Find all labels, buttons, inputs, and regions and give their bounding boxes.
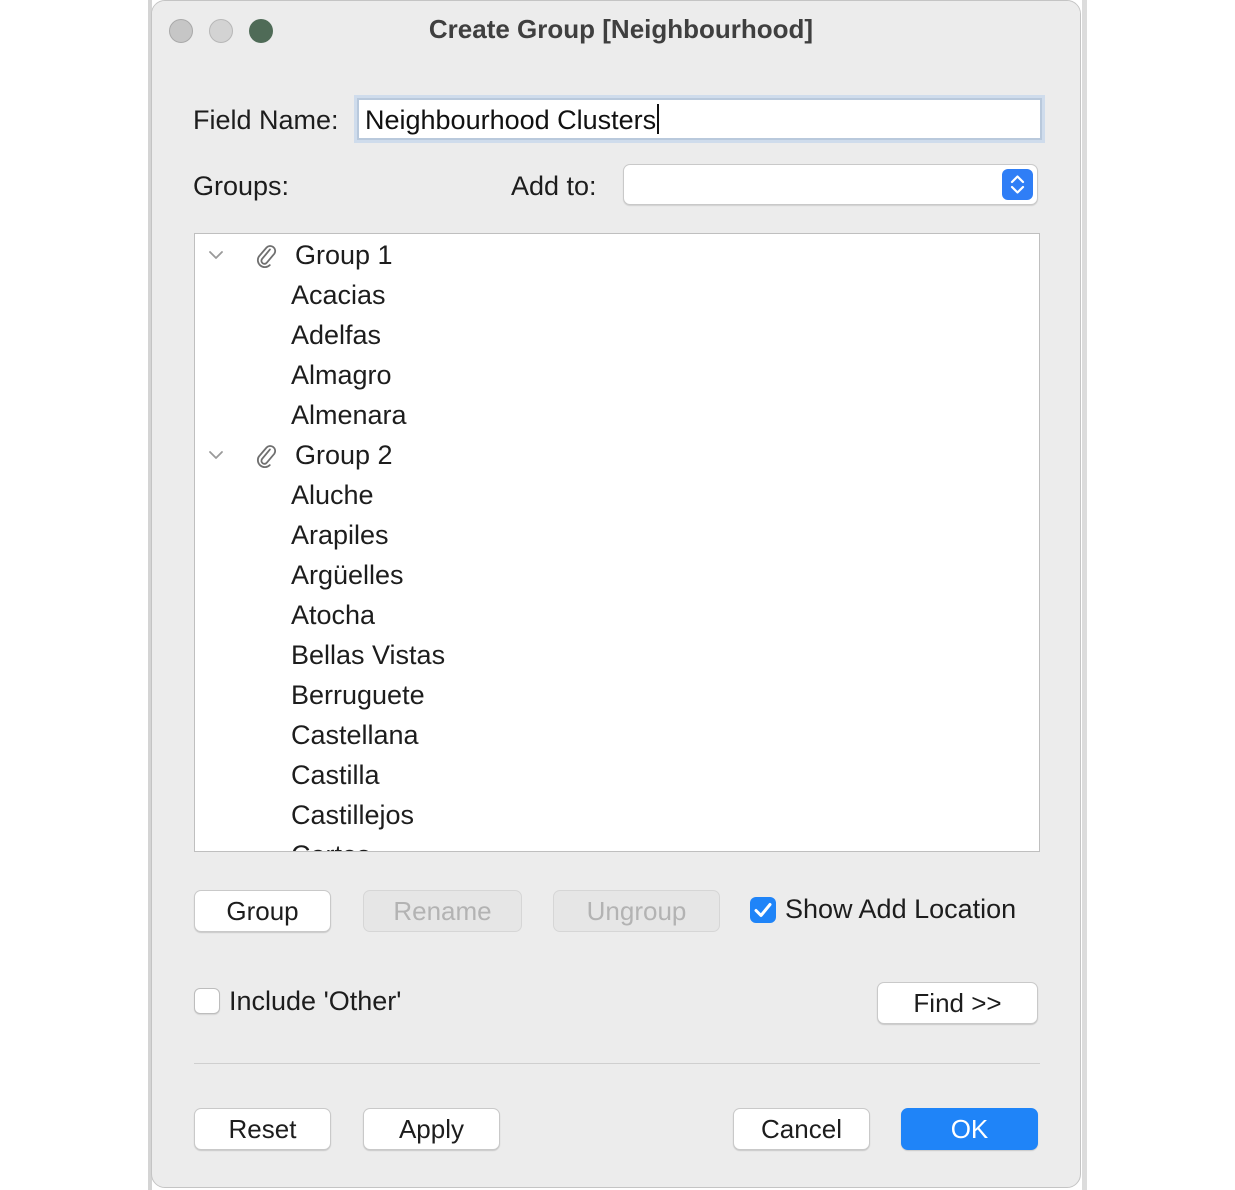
chevron-down-icon[interactable] [207, 246, 225, 269]
tree-item-row[interactable]: Castellana [195, 716, 1039, 756]
tree-item-row[interactable]: Bellas Vistas [195, 636, 1039, 676]
window-title: Create Group [Neighbourhood] [428, 14, 814, 44]
background-left [0, 0, 150, 1190]
include-other-checkbox[interactable] [194, 988, 220, 1014]
tree-group-row[interactable]: Group 1 [195, 236, 1039, 276]
paperclip-icon [255, 443, 277, 474]
apply-button[interactable]: Apply [363, 1108, 500, 1150]
tree-item-row[interactable]: Argüelles [195, 556, 1039, 596]
ok-button[interactable]: OK [901, 1108, 1038, 1150]
groups-tree[interactable]: Group 1 Acacias Adelfas Almagro Almenara Grou… [194, 233, 1040, 852]
reset-button[interactable]: Reset [194, 1108, 331, 1150]
tree-group-label: Group 1 [295, 240, 393, 270]
groups-label: Groups: [193, 171, 290, 201]
field-name-input[interactable]: Neighbourhood Clusters [357, 98, 1042, 140]
tree-group-label: Group 2 [295, 440, 393, 470]
tree-group-row[interactable]: Group 2 [195, 436, 1039, 476]
chevron-down-icon[interactable] [207, 446, 225, 469]
tree-item-row[interactable]: Adelfas [195, 316, 1039, 356]
tree-item-label: Cortes [291, 840, 371, 851]
tree-item-row[interactable]: Cortes [195, 836, 1039, 851]
add-to-label: Add to: [511, 171, 597, 201]
tree-item-label: Castillejos [291, 800, 415, 830]
tree-item-row[interactable]: Aluche [195, 476, 1039, 516]
tree-item-label: Aluche [291, 480, 374, 510]
checkmark-icon [754, 903, 772, 917]
tree-item-row[interactable]: Almenara [195, 396, 1039, 436]
rename-button[interactable]: Rename [363, 890, 522, 932]
tree-item-row[interactable]: Almagro [195, 356, 1039, 396]
updown-chevron-icon [1002, 169, 1033, 200]
tree-item-row[interactable]: Arapiles [195, 516, 1039, 556]
group-button[interactable]: Group [194, 890, 331, 932]
tree-item-label: Berruguete [291, 680, 425, 710]
tree-item-label: Argüelles [291, 560, 404, 590]
tree-item-label: Almagro [291, 360, 392, 390]
tree-item-label: Bellas Vistas [291, 640, 446, 670]
background-window-edge-right [1082, 0, 1087, 1190]
tree-item-label: Atocha [291, 600, 376, 630]
include-other-label[interactable]: Include 'Other' [229, 986, 401, 1017]
text-caret [657, 104, 660, 134]
tree-item-label: Castellana [291, 720, 419, 750]
create-group-dialog: Create Group [Neighbourhood] Field Name:… [151, 0, 1081, 1188]
tree-item-row[interactable]: Castilla [195, 756, 1039, 796]
tree-item-label: Arapiles [291, 520, 389, 550]
tree-item-label: Acacias [291, 280, 386, 310]
show-add-location-label[interactable]: Show Add Location [785, 894, 1016, 925]
find-button[interactable]: Find >> [877, 982, 1038, 1024]
tree-item-label: Adelfas [291, 320, 382, 350]
tree-item-row[interactable]: Atocha [195, 596, 1039, 636]
tree-item-label: Almenara [291, 400, 407, 430]
add-to-select[interactable] [623, 164, 1038, 205]
ungroup-button[interactable]: Ungroup [553, 890, 720, 932]
show-add-location-checkbox[interactable] [750, 897, 776, 923]
tree-item-row[interactable]: Castillejos [195, 796, 1039, 836]
title-bar: Create Group [Neighbourhood] [152, 1, 1080, 61]
tree-item-row[interactable]: Acacias [195, 276, 1039, 316]
footer-divider [194, 1063, 1040, 1064]
tree-item-row[interactable]: Berruguete [195, 676, 1039, 716]
field-name-value: Neighbourhood Clusters [365, 105, 657, 135]
paperclip-icon [255, 243, 277, 274]
cancel-button[interactable]: Cancel [733, 1108, 870, 1150]
tree-item-label: Castilla [291, 760, 380, 790]
field-name-label: Field Name: [193, 105, 339, 135]
